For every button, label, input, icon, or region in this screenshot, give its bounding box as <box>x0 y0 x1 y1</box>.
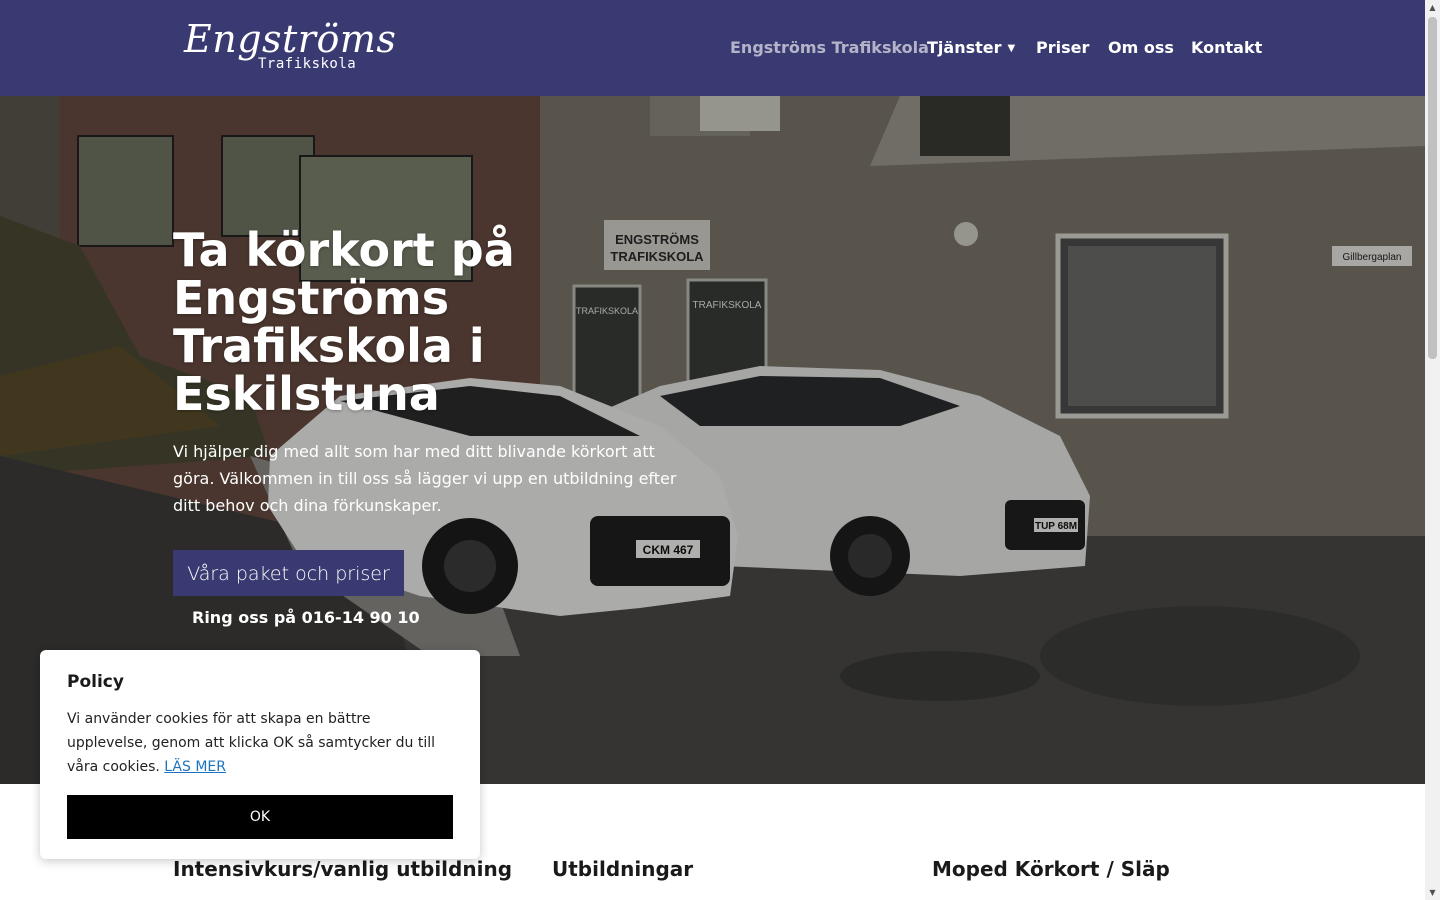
scroll-up-arrow-icon[interactable]: ▲ <box>1425 0 1440 15</box>
chevron-down-icon: ▼ <box>1007 43 1016 54</box>
cookie-text: Vi använder cookies för att skapa en bät… <box>67 707 447 779</box>
nav-item-contact[interactable]: Kontakt <box>1191 38 1262 58</box>
column-title-courses: Utbildningar <box>552 857 694 881</box>
call-us-link[interactable]: Ring oss på 016-14 90 10 <box>192 608 420 627</box>
packages-prices-button[interactable]: Våra paket och priser <box>173 550 404 596</box>
nav-item-services-label: Tjänster <box>927 38 1002 57</box>
read-more-link[interactable]: LÄS MER <box>164 759 226 775</box>
nav-item-home[interactable]: Engströms Trafikskola <box>730 38 929 58</box>
site-header: Engströms Trafikskola Engströms Trafiksk… <box>0 0 1425 96</box>
scroll-thumb[interactable] <box>1428 17 1437 359</box>
scroll-down-arrow-icon[interactable]: ▼ <box>1425 885 1440 900</box>
nav-item-prices[interactable]: Priser <box>1036 38 1089 58</box>
cookie-message: Vi använder cookies för att skapa en bät… <box>67 711 436 775</box>
nav-item-about[interactable]: Om oss <box>1108 38 1174 58</box>
column-title-intensive: Intensivkurs/vanlig utbildning <box>173 857 513 881</box>
column-title-moped: Moped Körkort / Släp <box>932 857 1170 881</box>
cookie-ok-button[interactable]: OK <box>67 795 453 839</box>
scrollbar[interactable]: ▲ ▼ <box>1425 0 1440 900</box>
cookie-title: Policy <box>67 672 124 692</box>
nav-item-services[interactable]: Tjänster ▼ <box>927 38 1015 59</box>
cookie-popup: Policy Vi använder cookies för att skapa… <box>40 650 480 859</box>
logo-subtitle: Trafikskola <box>258 56 357 72</box>
hero-title: Ta körkort på Engströms Trafikskola i Es… <box>173 223 515 421</box>
logo[interactable]: Engströms Trafikskola <box>184 16 396 78</box>
hero-description: Vi hjälper dig med allt som har med ditt… <box>173 442 677 515</box>
